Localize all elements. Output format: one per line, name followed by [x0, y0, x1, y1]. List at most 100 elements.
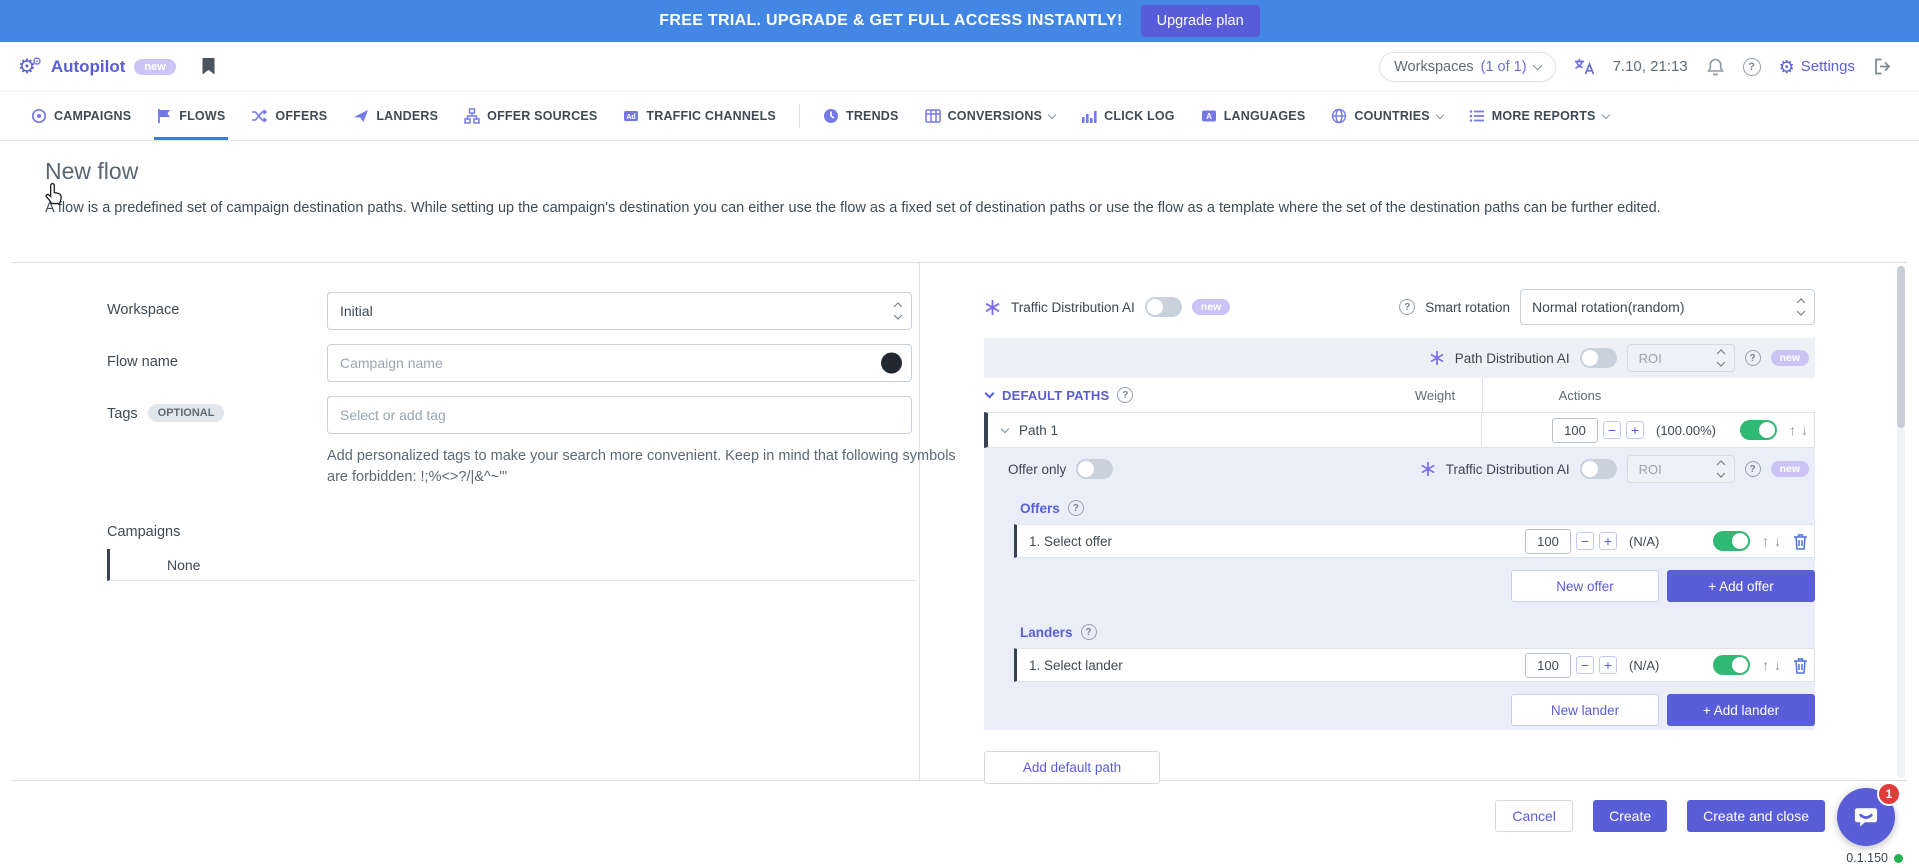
paths-table: Path Distribution AI ROI ? new DEFAULT P… [984, 338, 1815, 730]
nav-item-traffic-channels[interactable]: Ad TRAFFIC CHANNELS [610, 92, 789, 140]
smart-rotation-help-icon[interactable]: ? [1399, 299, 1415, 315]
page-title: New flow [45, 158, 1874, 185]
add-default-path-button[interactable]: Add default path [984, 751, 1160, 784]
upgrade-plan-button[interactable]: Upgrade plan [1141, 5, 1260, 37]
lander-weight-percent: (N/A) [1629, 658, 1701, 673]
weight-increase-button[interactable]: + [1599, 656, 1617, 674]
translate-icon[interactable] [1574, 57, 1595, 76]
autopilot-link[interactable]: Autopilot [51, 57, 126, 77]
path-distribution-help-icon[interactable]: ? [1745, 350, 1761, 366]
create-and-close-button[interactable]: Create and close [1687, 800, 1825, 832]
default-paths-help-icon[interactable]: ? [1117, 387, 1133, 403]
select-chevrons-icon [895, 304, 901, 319]
nav-item-offer-sources[interactable]: OFFER SOURCES [451, 92, 610, 140]
weight-decrease-button[interactable]: − [1576, 532, 1594, 550]
smart-rotation-select[interactable]: Normal rotation(random) [1520, 289, 1815, 325]
traffic-distribution-help-icon[interactable]: ? [1745, 461, 1761, 477]
offer-enabled-toggle[interactable] [1713, 531, 1750, 551]
landers-icon [353, 108, 369, 124]
delete-trash-icon[interactable] [1793, 533, 1808, 550]
nav-item-flows[interactable]: FLOWS [144, 92, 238, 140]
nav-item-countries[interactable]: COUNTRIES [1318, 92, 1455, 140]
traffic-distribution-ai-toggle[interactable] [1145, 297, 1182, 317]
offers-help-icon[interactable]: ? [1068, 500, 1084, 516]
weight-increase-button[interactable]: + [1599, 532, 1617, 550]
tags-hint: Add personalized tags to make your searc… [327, 446, 957, 488]
flow-name-dot[interactable] [881, 353, 902, 374]
nav-item-more-reports[interactable]: MORE REPORTS [1456, 92, 1622, 140]
nav-item-offers[interactable]: OFFERS [238, 92, 340, 140]
offer-weight-percent: (N/A) [1629, 534, 1701, 549]
workspaces-label: Workspaces [1394, 59, 1474, 75]
path-enabled-toggle[interactable] [1740, 420, 1777, 440]
move-down-icon[interactable]: ↓ [1774, 533, 1781, 549]
click-log-icon [1081, 108, 1097, 124]
version-line: 0.1.150 [1846, 851, 1903, 865]
offer-reorder-arrows: ↑↓ [1762, 533, 1781, 549]
add-lander-button[interactable]: + Add lander [1667, 694, 1815, 726]
nav-item-languages[interactable]: A LANGUAGES [1188, 92, 1319, 140]
move-down-icon[interactable]: ↓ [1801, 422, 1808, 438]
lander-enabled-toggle[interactable] [1713, 655, 1750, 675]
new-badge: new [1192, 299, 1230, 315]
move-down-icon[interactable]: ↓ [1774, 657, 1781, 673]
ai-icon [1429, 350, 1445, 366]
scrollbar-track[interactable] [1897, 266, 1905, 778]
new-offer-button[interactable]: New offer [1511, 570, 1659, 602]
workspace-select[interactable]: Initial [327, 292, 912, 330]
tags-input[interactable] [327, 396, 912, 434]
mouse-cursor [45, 182, 65, 206]
move-up-icon[interactable]: ↑ [1762, 657, 1769, 673]
offer-weight-value[interactable]: 100 [1525, 529, 1571, 554]
bookmark-icon[interactable] [201, 57, 216, 76]
weight-decrease-button[interactable]: − [1603, 421, 1621, 439]
settings-link[interactable]: ⚙ Settings [1779, 58, 1855, 76]
move-up-icon[interactable]: ↑ [1762, 533, 1769, 549]
delete-trash-icon[interactable] [1793, 657, 1808, 674]
languages-icon: A [1201, 108, 1217, 124]
path-distribution-ai-toggle[interactable] [1580, 348, 1617, 368]
path-traffic-distribution-ai-toggle[interactable] [1580, 459, 1617, 479]
landers-help-icon[interactable]: ? [1081, 624, 1097, 640]
page-description: A flow is a predefined set of campaign d… [45, 198, 1855, 219]
app-header: ⚙⚙ Autopilot new Workspaces (1 of 1) 7.1… [0, 42, 1919, 92]
actions-column-header: Actions [1525, 388, 1635, 403]
nav-item-conversions[interactable]: CONVERSIONS [912, 92, 1069, 140]
logout-icon[interactable] [1873, 57, 1893, 76]
workspaces-selector[interactable]: Workspaces (1 of 1) [1379, 52, 1555, 82]
nav-item-trends[interactable]: TRENDS [810, 92, 912, 140]
weight-increase-button[interactable]: + [1626, 421, 1644, 439]
new-badge: new [1771, 461, 1809, 477]
svg-text:A: A [1206, 112, 1212, 121]
help-icon[interactable]: ? [1743, 58, 1761, 76]
flow-name-input[interactable] [327, 344, 912, 382]
nav-divider [799, 104, 800, 128]
chat-widget-button[interactable]: 1 [1837, 788, 1895, 846]
nav-item-click-log[interactable]: CLICK LOG [1068, 92, 1188, 140]
trial-banner-text: FREE TRIAL. UPGRADE & GET FULL ACCESS IN… [659, 12, 1122, 30]
scrollbar-thumb[interactable] [1897, 266, 1905, 428]
new-badge: new [1771, 350, 1809, 366]
weight-decrease-button[interactable]: − [1576, 656, 1594, 674]
new-lander-button[interactable]: New lander [1511, 694, 1659, 726]
lander-name: 1. Select lander [1029, 658, 1123, 673]
notifications-bell-icon[interactable] [1706, 57, 1725, 77]
path-weight-value[interactable]: 100 [1552, 418, 1598, 443]
collapse-chevron-icon[interactable] [985, 389, 995, 399]
path-row[interactable]: Path 1 100 − + (100.00%) ↑↓ [984, 412, 1815, 448]
ai-icon [984, 299, 1001, 316]
flow-editor-card: Workspace Initial Flow name Tags OPTIONA… [12, 262, 1907, 781]
offer-row[interactable]: 1. Select offer 100 − + (N/A) ↑↓ [1014, 524, 1815, 558]
smart-rotation-label: Smart rotation [1425, 300, 1510, 315]
add-offer-button[interactable]: + Add offer [1667, 570, 1815, 602]
nav-item-campaigns[interactable]: CAMPAIGNS [18, 92, 144, 140]
move-up-icon[interactable]: ↑ [1789, 422, 1796, 438]
collapse-chevron-icon[interactable] [1001, 425, 1009, 433]
offer-only-toggle[interactable] [1076, 459, 1113, 479]
create-button[interactable]: Create [1593, 800, 1667, 832]
lander-row[interactable]: 1. Select lander 100 − + (N/A) ↑ ↓ [1014, 648, 1815, 682]
status-dot [1894, 854, 1903, 863]
nav-item-landers[interactable]: LANDERS [340, 92, 451, 140]
cancel-button[interactable]: Cancel [1495, 800, 1573, 832]
lander-weight-value[interactable]: 100 [1525, 653, 1571, 678]
